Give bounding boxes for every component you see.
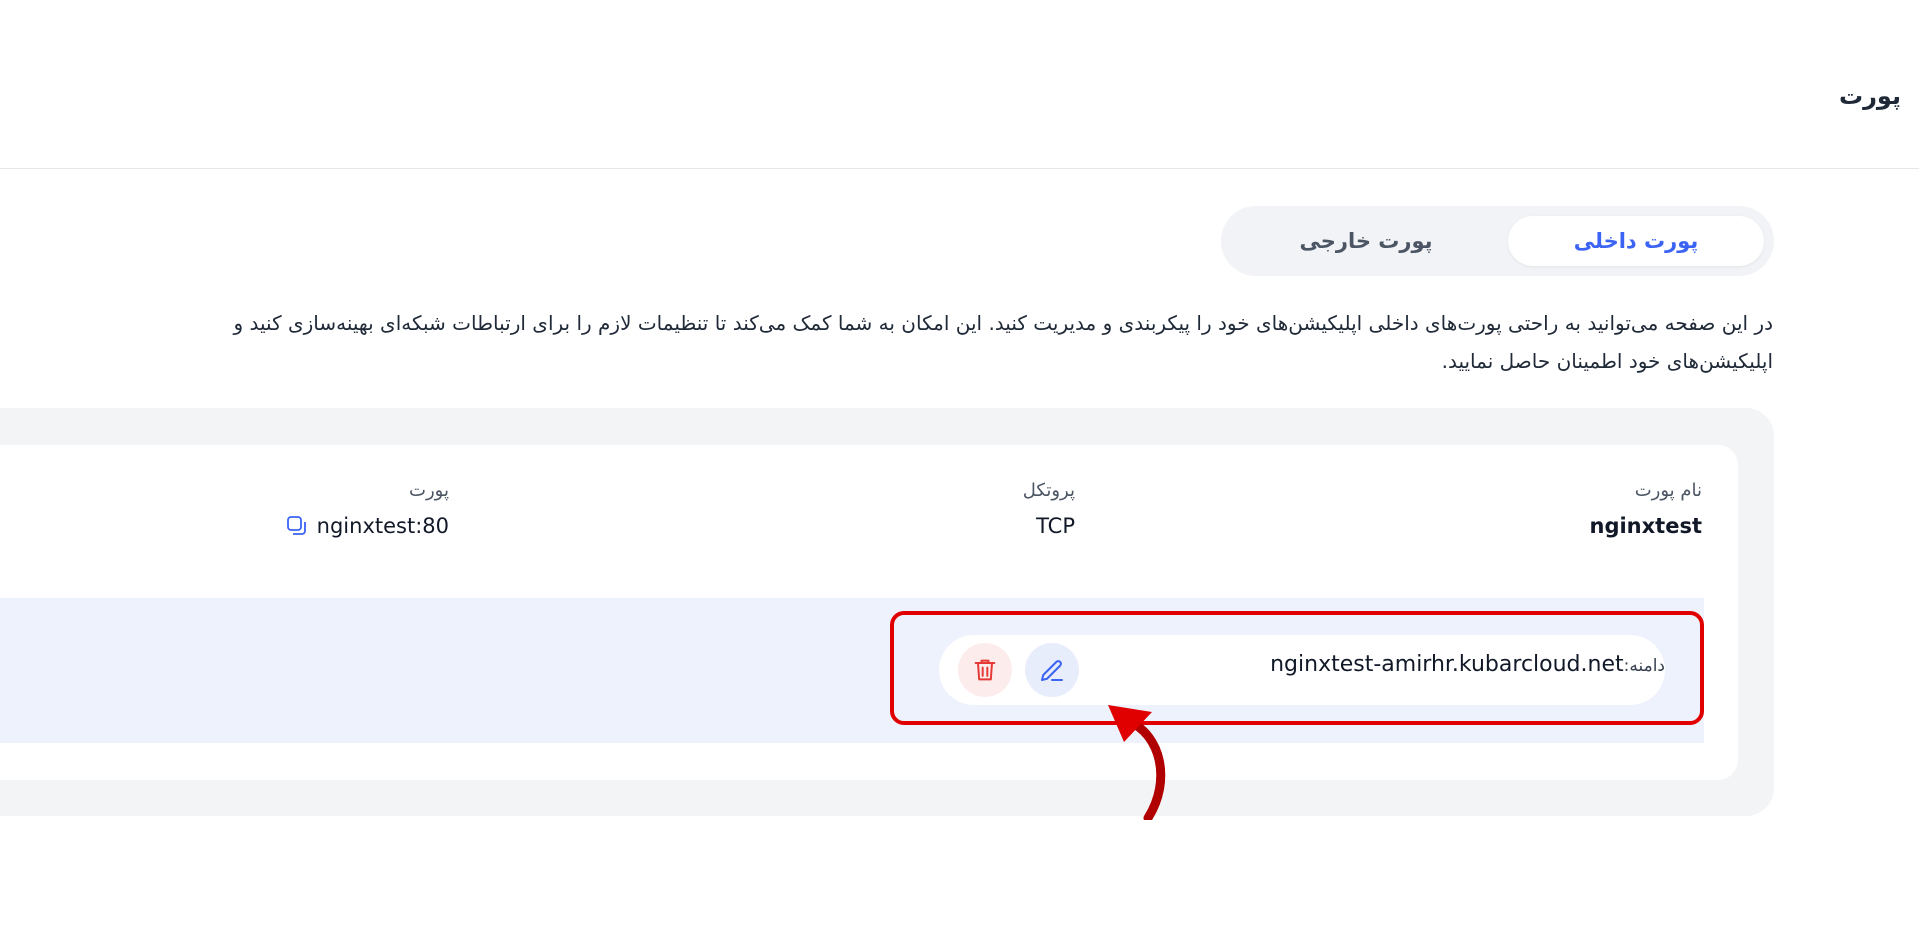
page-description: در این صفحه می‌توانید به راحتی پورت‌های … xyxy=(0,304,1773,380)
copy-icon[interactable] xyxy=(285,514,309,538)
port-name-label: نام پورت xyxy=(1634,480,1702,501)
port-value: nginxtest:80 xyxy=(285,514,449,538)
protocol-label: پروتکل xyxy=(1022,480,1075,501)
port-tabs: پورت داخلی پورت خارجی xyxy=(1221,206,1774,276)
description-line-2: اپلیکیشن‌های خود اطمینان حاصل نمایید. xyxy=(1441,349,1773,373)
page: پورت پورت داخلی پورت خارجی در این صفحه م… xyxy=(0,0,1919,941)
port-label: پورت xyxy=(409,480,449,501)
tab-internal-port[interactable]: پورت داخلی xyxy=(1508,216,1764,266)
annotation-arrow-icon xyxy=(1108,705,1166,820)
protocol-value: TCP xyxy=(1036,514,1075,538)
tab-external-port[interactable]: پورت خارجی xyxy=(1238,216,1494,266)
page-title: پورت xyxy=(1839,82,1901,110)
description-line-1: در این صفحه می‌توانید به راحتی پورت‌های … xyxy=(233,311,1773,335)
port-value-text: nginxtest:80 xyxy=(316,514,449,538)
port-name-value: nginxtest xyxy=(1589,514,1703,538)
annotation-highlight-box xyxy=(890,611,1704,725)
header-divider xyxy=(0,168,1919,169)
